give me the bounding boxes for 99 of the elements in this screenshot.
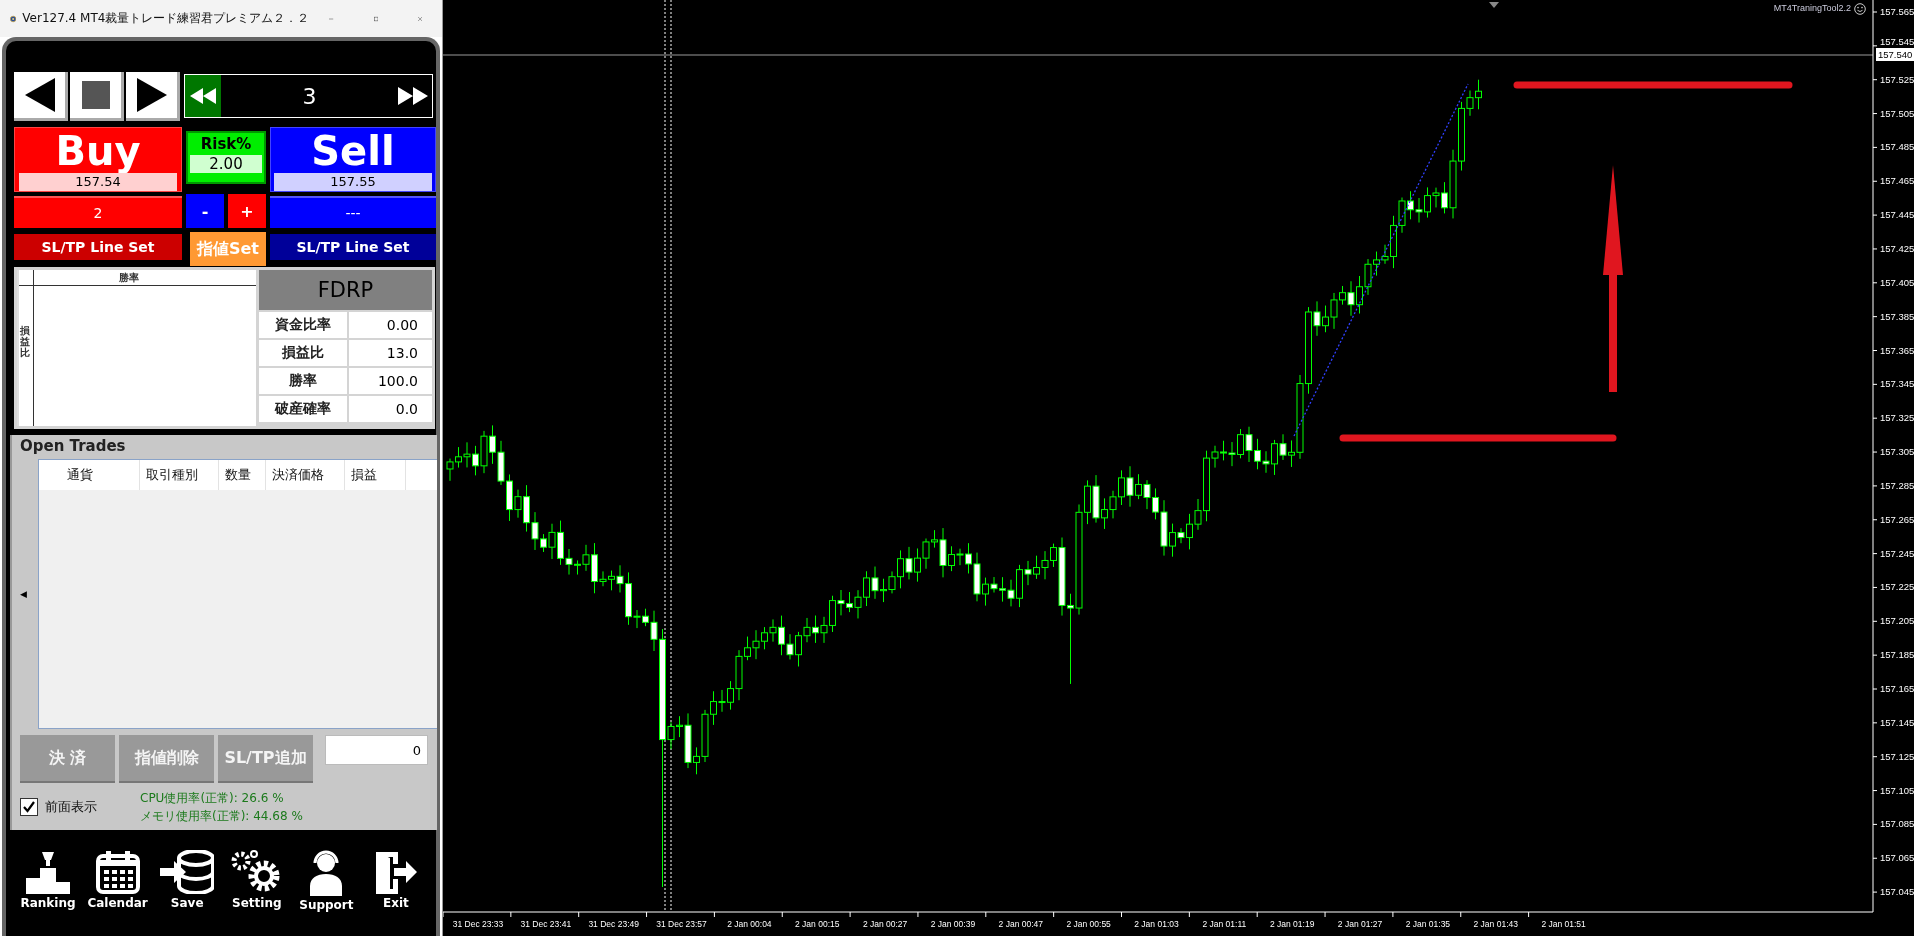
play-button[interactable] bbox=[126, 71, 180, 121]
price-label: 157.525 bbox=[1880, 72, 1914, 87]
time-label: 31 Dec 23:41 bbox=[519, 919, 573, 929]
shift-marker-icon bbox=[1489, 2, 1499, 8]
price-label: 157.545 bbox=[1880, 34, 1914, 49]
price-label: 157.325 bbox=[1880, 411, 1914, 426]
toolbar-button[interactable]: Ranking bbox=[14, 850, 82, 912]
time-label: 2 Jan 00:04 bbox=[726, 919, 773, 929]
slower-button[interactable] bbox=[185, 75, 221, 117]
fdrp-header: FDRP bbox=[259, 270, 432, 310]
previous-button[interactable] bbox=[14, 71, 68, 121]
stop-icon bbox=[81, 80, 110, 109]
fast-forward-icon[interactable] bbox=[398, 87, 428, 105]
exit-door-icon bbox=[373, 850, 418, 894]
stat-value: 0.00 bbox=[349, 312, 432, 338]
price-label: 157.305 bbox=[1880, 445, 1914, 460]
price-label: 157.365 bbox=[1880, 343, 1914, 358]
price-label: 157.565 bbox=[1880, 5, 1914, 19]
amount-field[interactable]: 0 bbox=[325, 735, 428, 765]
sell-price: 157.55 bbox=[274, 173, 432, 191]
minus-button[interactable]: - bbox=[186, 194, 224, 228]
time-label: 2 Jan 00:39 bbox=[929, 919, 977, 929]
indicator-label: MT4TraningTool2.2 bbox=[1773, 3, 1851, 13]
toolbar-button[interactable]: Exit bbox=[361, 850, 430, 912]
price-label: 157.205 bbox=[1880, 614, 1914, 629]
time-label: 31 Dec 23:33 bbox=[451, 919, 505, 929]
plus-button[interactable]: + bbox=[228, 194, 266, 228]
sell-button[interactable]: Sell 157.55 bbox=[270, 127, 436, 192]
time-label: 31 Dec 23:57 bbox=[655, 919, 708, 929]
podium-icon bbox=[25, 850, 71, 894]
price-label: 157.245 bbox=[1880, 546, 1914, 561]
price-label: 157.085 bbox=[1880, 817, 1914, 832]
time-label: 2 Jan 01:43 bbox=[1472, 919, 1519, 929]
price-label: 157.445 bbox=[1880, 208, 1914, 223]
price-label: 157.385 bbox=[1880, 309, 1914, 324]
buy-line-set-button[interactable]: SL/TP Line Set bbox=[14, 234, 182, 260]
price-label: 157.125 bbox=[1880, 749, 1914, 764]
stat-label: 損益比 bbox=[259, 340, 347, 366]
calendar-icon bbox=[94, 850, 141, 894]
stat-value: 100.0 bbox=[349, 368, 432, 394]
price-label: 157.185 bbox=[1880, 648, 1914, 663]
rewind-icon bbox=[190, 88, 216, 104]
toolbar-button[interactable]: Save bbox=[153, 850, 222, 912]
sell-lots-field[interactable]: --- bbox=[270, 196, 436, 228]
time-label: 2 Jan 01:03 bbox=[1133, 919, 1180, 929]
panel-title: Open Trades bbox=[20, 437, 127, 457]
price-label: 157.505 bbox=[1880, 106, 1914, 121]
price-label: 157.345 bbox=[1880, 377, 1914, 392]
time-label: 2 Jan 01:35 bbox=[1404, 919, 1452, 929]
price-label: 157.165 bbox=[1880, 682, 1914, 696]
axis-label: 損益比 bbox=[20, 325, 30, 358]
stat-value: 0.0 bbox=[349, 396, 432, 422]
time-label: 31 Dec 23:49 bbox=[587, 919, 640, 929]
price-label: 157.045 bbox=[1880, 885, 1914, 900]
current-price-label: 157.540 bbox=[1876, 48, 1914, 61]
price-label: 157.105 bbox=[1880, 783, 1914, 798]
time-label: 2 Jan 00:55 bbox=[1065, 919, 1112, 929]
toolbar-button[interactable]: Calendar bbox=[83, 850, 152, 912]
speed-value: 3 bbox=[301, 83, 318, 109]
time-label: 2 Jan 00:27 bbox=[861, 919, 909, 929]
risk-button[interactable]: Risk% 2.00 bbox=[186, 131, 266, 184]
smiley-icon bbox=[1854, 3, 1866, 15]
time-label: 2 Jan 01:11 bbox=[1201, 919, 1248, 929]
window-title: Ver127.4 MT4裁量トレード練習君プレミアム２．２ bbox=[22, 10, 310, 27]
stop-button[interactable] bbox=[70, 71, 124, 121]
risk-value: 2.00 bbox=[190, 155, 262, 173]
price-label: 157.285 bbox=[1880, 478, 1914, 493]
database-arrow-icon bbox=[160, 850, 215, 894]
price-label: 157.265 bbox=[1880, 512, 1914, 527]
toolbar-button[interactable]: Support bbox=[292, 850, 361, 912]
price-label: 157.465 bbox=[1880, 174, 1914, 189]
price-label: 157.425 bbox=[1880, 241, 1914, 256]
collapse-toggle[interactable]: ◀ bbox=[20, 589, 38, 599]
stat-label: 資金比率 bbox=[259, 312, 347, 338]
time-label: 2 Jan 01:19 bbox=[1268, 919, 1316, 929]
axis-label: 勝率 bbox=[119, 271, 139, 285]
time-label: 2 Jan 00:15 bbox=[794, 919, 841, 929]
stat-label: 勝率 bbox=[259, 368, 347, 394]
price-label: 157.145 bbox=[1880, 715, 1914, 730]
price-label: 157.065 bbox=[1880, 851, 1914, 866]
checkbox[interactable] bbox=[20, 798, 38, 816]
checkbox-label[interactable]: 前面表示 bbox=[45, 798, 97, 816]
play-icon bbox=[136, 77, 167, 112]
price-label: 157.225 bbox=[1880, 580, 1914, 595]
toolbar-button[interactable]: Setting bbox=[222, 850, 291, 912]
time-label: 2 Jan 01:27 bbox=[1336, 919, 1384, 929]
sell-line-set-button[interactable]: SL/TP Line Set bbox=[270, 234, 436, 260]
buy-button[interactable]: Buy 157.54 bbox=[14, 127, 182, 192]
usage-text: CPU使用率(正常): 26.6 % bbox=[140, 790, 285, 807]
left-triangle-icon bbox=[24, 77, 55, 112]
buy-lots-field[interactable]: 2 bbox=[14, 196, 182, 228]
price-label: 157.485 bbox=[1880, 140, 1914, 155]
price-label: 157.405 bbox=[1880, 275, 1914, 290]
stat-value: 13.0 bbox=[349, 340, 432, 366]
usage-text: メモリ使用率(正常): 44.68 % bbox=[140, 808, 303, 825]
time-label: 2 Jan 01:51 bbox=[1540, 919, 1587, 929]
time-label: 2 Jan 00:47 bbox=[997, 919, 1044, 929]
buy-price: 157.54 bbox=[19, 173, 177, 191]
stat-label: 破産確率 bbox=[259, 396, 347, 422]
